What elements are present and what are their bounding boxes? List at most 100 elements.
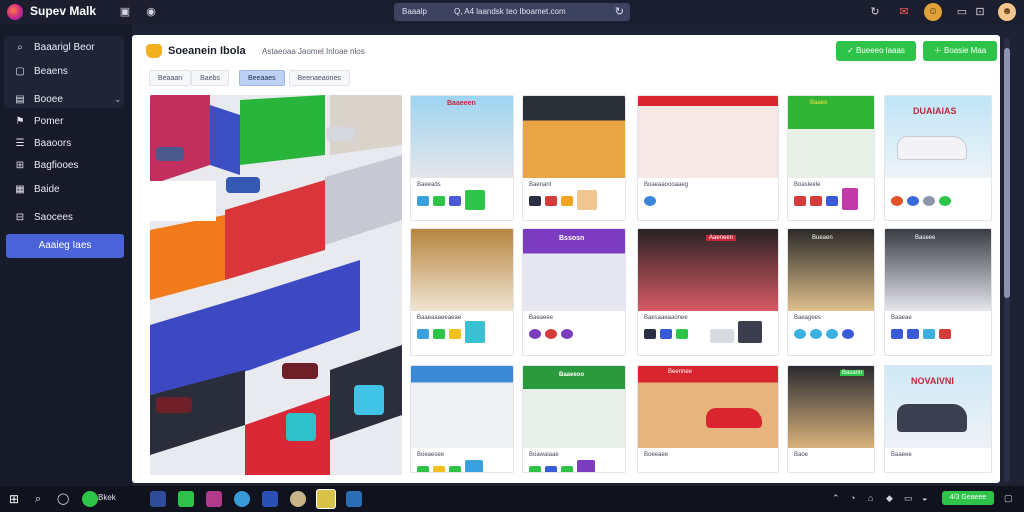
chip (810, 196, 822, 206)
store-card[interactable]: Bssosn Baeaeee (522, 228, 626, 356)
lock-icon[interactable]: ⊡ (973, 5, 987, 19)
store-card[interactable]: Baaeo Boasleele (787, 95, 875, 221)
sidebar-item-baide[interactable]: ▦ Baide (14, 184, 59, 195)
chip (529, 466, 541, 472)
record-icon[interactable]: ◉ (144, 5, 158, 19)
store-card[interactable]: Aaeneen Baesaaeaaonee (637, 228, 779, 356)
chip (923, 329, 935, 339)
car-icon (897, 136, 967, 160)
reload-icon[interactable]: ↻ (615, 5, 624, 18)
chip (794, 196, 806, 206)
notification-icon[interactable]: ✉ (897, 5, 911, 19)
title-bar: Supev Malk ▣ ◉ Baaalp Q, A4 laandsk teo … (0, 0, 1024, 24)
wifi-icon[interactable]: ◒ (922, 493, 927, 503)
card-caption: Baoe (794, 452, 809, 458)
user-avatar[interactable]: ☻ (998, 3, 1016, 21)
chip (417, 329, 429, 339)
store-card[interactable]: Baaeeen Baeeads (410, 95, 514, 221)
start-icon[interactable]: ⊞ (9, 491, 25, 507)
tab-beenaeaones[interactable]: Beenaeaones (288, 70, 350, 86)
sidebar-cta-button[interactable]: Aaaieg Iaes (6, 234, 124, 258)
chip (738, 321, 762, 343)
window-icon[interactable]: ▭ (955, 5, 969, 19)
document-icon[interactable] (262, 491, 278, 507)
chip (710, 329, 734, 343)
card-thumbnail: NOVAIVNI (885, 366, 991, 448)
refresh-icon[interactable]: ↻ (868, 5, 882, 19)
store-card[interactable]: Basann Baoe (787, 365, 875, 473)
network-icon[interactable]: ⌂ (868, 493, 873, 503)
store-card[interactable]: Baaeeoo Boawaiaae (522, 365, 626, 473)
sidebar-item-pomer[interactable]: ⚑ Pomer (14, 116, 64, 127)
chip (577, 190, 597, 210)
card-thumbnail: Bueaen (788, 229, 874, 311)
sidebar-item-bagfiooes[interactable]: ⊞ Bagfiooes (14, 160, 79, 171)
primary-action-button[interactable]: ✓ Bueeeo laaas (836, 41, 916, 61)
store-card[interactable]: DUAIAIAS (884, 95, 992, 221)
card-thumbnail: Bssosn (523, 229, 625, 311)
secondary-action-button[interactable]: ＋ Boasie Maa (923, 41, 997, 61)
store-card[interactable]: Bueaen Baeagees (787, 228, 875, 356)
card-thumbnail: Baseee (885, 229, 991, 311)
shield-icon[interactable] (346, 491, 362, 507)
scrollbar-thumb[interactable] (1004, 48, 1010, 298)
store-card[interactable]: Baseee Baaeae (884, 228, 992, 356)
store-card[interactable]: Beennee Boeeaee (637, 365, 779, 473)
search-icon[interactable]: ⌕ (35, 491, 51, 507)
store-card[interactable]: Boeaesee (410, 365, 514, 473)
card-caption: Boawaiaae (529, 452, 559, 458)
card-chip-row (644, 196, 656, 206)
calendar-icon[interactable]: ▣ (118, 5, 132, 19)
sidebar-item-baaoors[interactable]: ☰ Baaoors (14, 138, 72, 149)
card-chip-row (891, 196, 951, 206)
active-app-icon[interactable] (316, 489, 336, 509)
sidebar-item-saocees[interactable]: ⊟ Saocees (14, 212, 73, 223)
card-chip-row (529, 190, 597, 210)
sidebar-item-search[interactable]: ⌕ Baaarigl Beor (14, 42, 94, 53)
scrollbar[interactable] (1004, 38, 1010, 482)
chip (545, 329, 557, 339)
chevron-down-icon[interactable]: ⌄ (114, 94, 122, 105)
sidebar-item-booee[interactable]: ▤ Booee ⌄ (14, 94, 121, 105)
chip (644, 329, 656, 339)
clock-badge[interactable]: 4/3 Geaeee (942, 491, 994, 505)
tab-beaaan[interactable]: Beaaan (149, 70, 192, 86)
card-thumbnail (638, 96, 778, 178)
volume-icon[interactable]: ◆ (886, 493, 893, 504)
store-card[interactable]: NOVAIVNI Baaeee (884, 365, 992, 473)
browser-icon[interactable] (234, 491, 250, 507)
chevron-up-icon[interactable]: ⌃ (832, 493, 840, 504)
app-icon[interactable] (82, 491, 98, 507)
chip (577, 460, 595, 472)
crown-icon (146, 44, 162, 58)
photos-icon[interactable] (290, 491, 306, 507)
folder-icon[interactable] (150, 491, 166, 507)
media-icon[interactable] (206, 491, 222, 507)
avatar[interactable]: ☺ (924, 3, 942, 21)
tab-baebs[interactable]: Baebs (191, 70, 229, 86)
spreadsheet-icon[interactable] (178, 491, 194, 507)
tray-app-icon[interactable]: ◔ (850, 493, 855, 503)
sidebar-item-beaens[interactable]: ▢ Beaens (14, 66, 68, 77)
address-bar[interactable]: Baaalp Q, A4 laandsk teo Iboamet.com ↻ (394, 3, 630, 21)
card-caption: Baaeaaaeeaeae (417, 315, 462, 321)
search-icon: ⌕ (17, 42, 23, 53)
notifications-icon[interactable]: ▢ (1004, 493, 1013, 504)
store-card[interactable]: Baaeaaaeeaeae (410, 228, 514, 356)
tab-beeaaes[interactable]: Beeaaes (239, 70, 285, 86)
card-thumbnail: Aaeneen (638, 229, 778, 311)
card-chip-row (417, 321, 485, 343)
store-card[interactable]: Boaeaaoooaaeg (637, 95, 779, 221)
sidebar: ⌕ Baaarigl Beor ▢ Beaens ▤ Booee ⌄ ⚑ Pom… (0, 24, 132, 486)
flag-icon: ⚑ (15, 116, 25, 127)
card-chip-row (794, 329, 854, 339)
chip (939, 196, 951, 206)
card-thumbnail (523, 96, 625, 178)
chip (907, 329, 919, 339)
battery-icon[interactable]: ▭ (904, 493, 913, 504)
store-card[interactable]: Baenanl (522, 95, 626, 221)
chip (529, 329, 541, 339)
store-icon: ▤ (15, 94, 25, 105)
chat-icon[interactable]: ◯ (57, 491, 73, 507)
chip (449, 196, 461, 206)
